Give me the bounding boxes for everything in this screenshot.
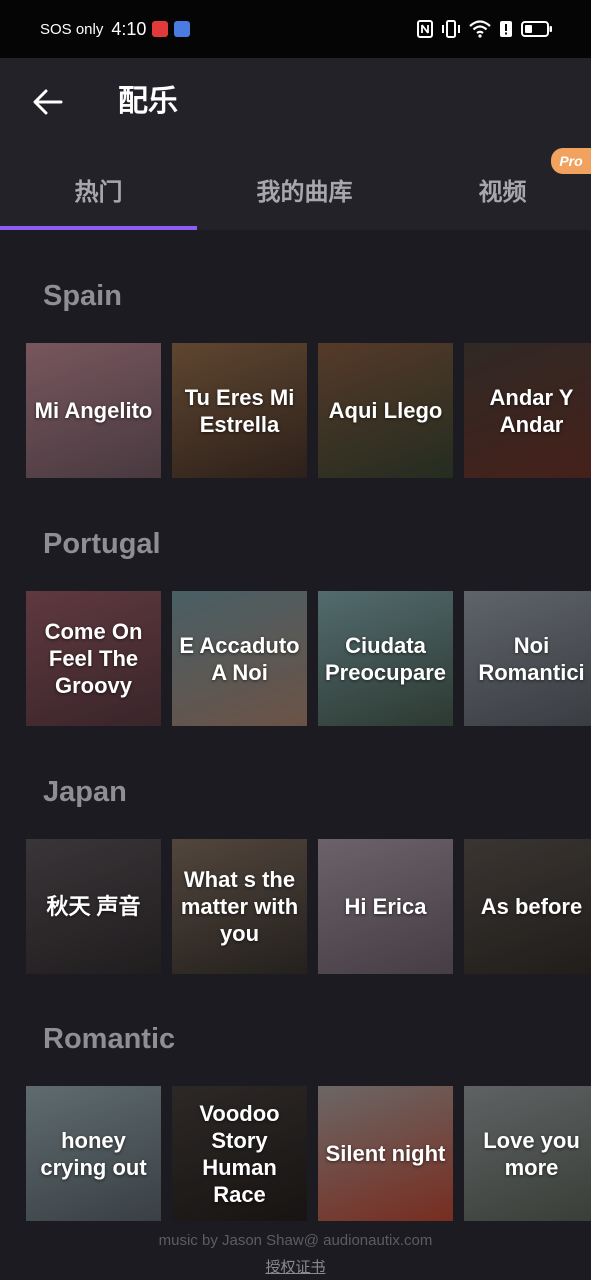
track-title: E Accaduto A Noi <box>179 632 300 685</box>
track-title: As before <box>480 894 583 919</box>
battery-icon <box>521 21 552 37</box>
status-left: SOS only 4:10 <box>40 18 191 40</box>
track-title: Noi Romantici <box>478 632 585 685</box>
track-title: Tu Eres Mi Estrella <box>184 384 295 437</box>
music-track-tile[interactable]: Noi Romantici <box>464 591 591 726</box>
music-track-tile[interactable]: As before <box>464 839 591 974</box>
nfc-icon <box>417 20 433 38</box>
notification-app-icon <box>174 21 191 37</box>
music-credit: music by Jason Shaw@ audionautix.com <box>158 1232 433 1249</box>
music-track-tile[interactable]: E Accaduto A Noi <box>172 591 307 726</box>
section-title: Spain <box>43 280 122 312</box>
music-track-tile[interactable]: Love you more <box>464 1086 591 1221</box>
active-tab-indicator <box>0 226 197 230</box>
track-title: Hi Erica <box>344 894 427 919</box>
music-track-tile[interactable]: Come On Feel The Groovy <box>26 591 161 726</box>
alert-icon <box>500 21 512 37</box>
license-link[interactable]: 授权证书 <box>0 1256 591 1277</box>
carrier-text: SOS only <box>40 20 104 38</box>
music-track-tile[interactable]: Silent night <box>318 1086 453 1221</box>
vibrate-icon <box>442 20 460 38</box>
tab-bar: 热门 我的曲库 视频 <box>0 148 591 230</box>
back-arrow-icon <box>33 89 63 115</box>
clock: 4:10 <box>111 18 147 39</box>
track-title: honey crying out <box>40 1127 147 1180</box>
track-title: Aqui Llego <box>328 398 443 423</box>
track-title: Come On Feel The Groovy <box>44 619 143 698</box>
music-track-tile[interactable]: Aqui Llego <box>318 343 453 478</box>
music-track-tile[interactable]: Andar Y Andar <box>464 343 591 478</box>
notification-app-icon <box>152 21 169 37</box>
status-right <box>417 20 553 38</box>
section-title: Portugal <box>43 528 161 560</box>
status-bar: SOS only 4:10 <box>0 0 591 58</box>
track-title: Ciudata Preocupare <box>324 632 447 685</box>
track-title: 秋天 声音 <box>46 894 141 919</box>
back-button[interactable] <box>28 82 68 122</box>
track-title: Mi Angelito <box>34 398 153 423</box>
tab-popular[interactable]: 热门 <box>0 148 197 230</box>
page-title: 配乐 <box>118 84 178 119</box>
music-track-tile[interactable]: Tu Eres Mi Estrella <box>172 343 307 478</box>
tab-my-library[interactable]: 我的曲库 <box>206 148 403 230</box>
app-header: 配乐 <box>0 58 591 148</box>
wifi-icon <box>469 20 491 38</box>
music-track-tile[interactable]: honey crying out <box>26 1086 161 1221</box>
track-title: Voodoo Story Human Race <box>199 1100 280 1207</box>
section-title: Japan <box>43 776 127 808</box>
track-title: Silent night <box>325 1141 446 1166</box>
track-title: Andar Y Andar <box>489 384 574 437</box>
music-track-tile[interactable]: Voodoo Story Human Race <box>172 1086 307 1221</box>
section-title: Romantic <box>43 1023 176 1055</box>
track-title: What s the matter with you <box>180 867 299 946</box>
pro-badge: Pro <box>551 148 591 174</box>
music-track-tile[interactable]: Hi Erica <box>318 839 453 974</box>
music-track-tile[interactable]: Mi Angelito <box>26 343 161 478</box>
music-track-tile[interactable]: 秋天 声音 <box>26 839 161 974</box>
music-track-tile[interactable]: What s the matter with you <box>172 839 307 974</box>
track-title: Love you more <box>483 1127 580 1180</box>
music-track-tile[interactable]: Ciudata Preocupare <box>318 591 453 726</box>
